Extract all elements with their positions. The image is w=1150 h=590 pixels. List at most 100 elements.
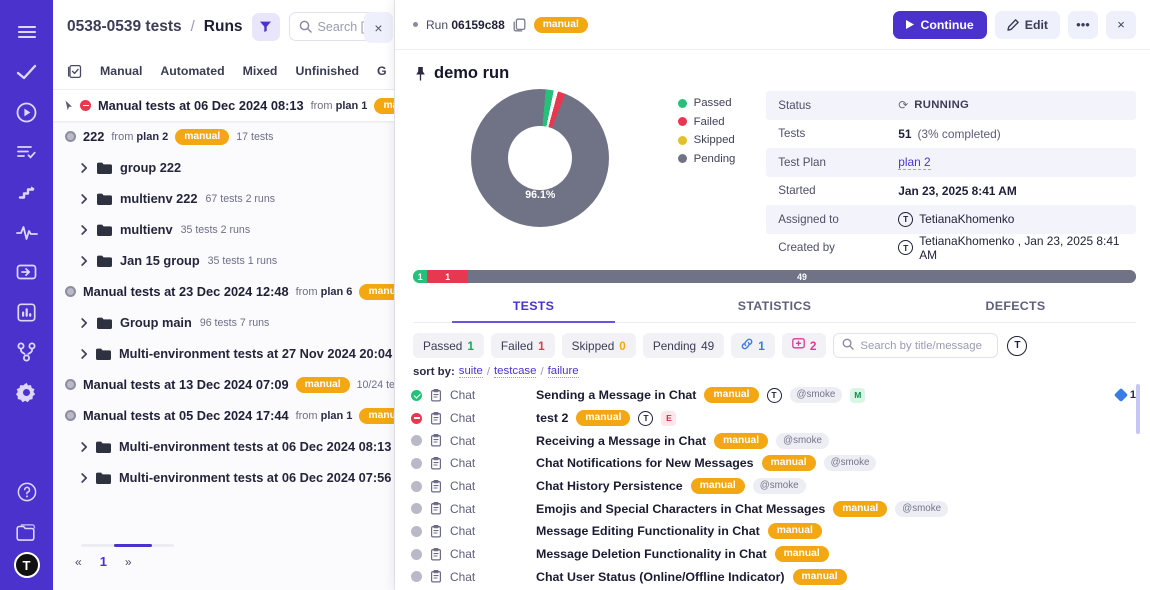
test-plan-link[interactable]: plan 2 — [898, 155, 930, 170]
chevron-right-icon[interactable] — [81, 225, 89, 235]
filter-chip-skipped[interactable]: Skipped0 — [562, 333, 636, 358]
filter-chip-passed[interactable]: Passed1 — [413, 333, 484, 358]
tab-statistics[interactable]: STATISTICS — [654, 293, 895, 322]
folder-list-item[interactable]: Multi-environment tests at 27 Nov 2024 2… — [53, 338, 394, 369]
chevron-right-icon[interactable] — [81, 473, 88, 483]
filter-chip-label: Pending — [653, 339, 696, 353]
folder-list-item[interactable]: Multi-environment tests at 06 Dec 2024 0… — [53, 431, 394, 462]
breadcrumb-project[interactable]: 0538-0539 tests — [67, 18, 182, 36]
tab-manual[interactable]: Manual — [100, 64, 142, 78]
close-button[interactable]: × — [1106, 11, 1136, 39]
breadcrumb-separator: / — [191, 18, 195, 35]
sort-option-testcase[interactable]: testcase — [494, 365, 536, 378]
pagination-next[interactable]: » — [125, 555, 132, 569]
run-title: demo run — [434, 64, 509, 83]
test-row[interactable]: ChatMessage Deletion Functionality in Ch… — [395, 543, 1150, 566]
horizontal-scrollbar[interactable] — [81, 544, 174, 547]
tab-defects[interactable]: DEFECTS — [895, 293, 1136, 322]
help-icon[interactable] — [7, 472, 47, 512]
test-status-fail-icon — [411, 413, 422, 424]
test-row[interactable]: ChatEmojis and Special Characters in Cha… — [395, 497, 1150, 520]
test-tag[interactable]: @smoke — [776, 433, 829, 449]
more-options-button[interactable]: ••• — [1068, 11, 1098, 39]
run-detail-panel: Run 06159c88 manual Continue Edit ••• × — [395, 0, 1150, 590]
avatar[interactable]: T — [638, 411, 653, 426]
filter-chip-link[interactable]: 1 — [731, 333, 775, 358]
folder-list-item[interactable]: multienv 22267 tests 2 runs — [53, 183, 394, 214]
chevron-right-icon[interactable] — [81, 318, 89, 328]
gear-icon[interactable] — [7, 372, 47, 412]
check-icon[interactable] — [7, 52, 47, 92]
folder-list-item[interactable]: multienv35 tests 2 runs — [53, 214, 394, 245]
search-clear-icon[interactable]: × — [364, 12, 393, 43]
chevron-right-icon[interactable] — [81, 163, 89, 173]
activity-icon[interactable] — [7, 212, 47, 252]
test-tag[interactable]: @smoke — [790, 387, 843, 403]
run-list-item[interactable]: 222from plan 2manual17 tests — [53, 121, 394, 152]
legend-item-passed[interactable]: Passed — [678, 97, 767, 109]
steps-icon[interactable] — [7, 172, 47, 212]
filter-chip-pending[interactable]: Pending49 — [643, 333, 724, 358]
legend-item-pending[interactable]: Pending — [678, 153, 767, 165]
run-list-item[interactable]: Manual tests at 23 Dec 2024 12:48from pl… — [53, 276, 394, 307]
test-row[interactable]: ChatMessage Editing Functionality in Cha… — [395, 520, 1150, 543]
test-tag[interactable]: @smoke — [753, 478, 806, 494]
menu-icon[interactable] — [7, 12, 47, 52]
test-tag[interactable]: @smoke — [895, 501, 948, 517]
pin-icon[interactable] — [415, 66, 426, 81]
runs-list[interactable]: Manual tests at 06 Dec 2024 08:13from pl… — [53, 90, 394, 530]
edit-label: Edit — [1025, 18, 1048, 32]
pagination-prev[interactable]: « — [75, 555, 82, 569]
chevron-right-icon[interactable] — [81, 194, 89, 204]
legend-label: Failed — [694, 116, 725, 128]
assignee-filter-avatar[interactable]: T — [1007, 336, 1027, 356]
filter-chip-failed[interactable]: Failed1 — [491, 333, 555, 358]
filter-icon[interactable] — [252, 13, 280, 41]
folder-icon[interactable] — [7, 512, 47, 552]
tab-mixed[interactable]: Mixed — [243, 64, 278, 78]
folder-list-item[interactable]: Group main96 tests 7 runs — [53, 307, 394, 338]
folder-list-item[interactable]: group 222 — [53, 152, 394, 183]
avatar[interactable]: T — [14, 552, 40, 578]
test-row[interactable]: ChatReceiving a Message in Chatmanual@sm… — [395, 429, 1150, 452]
test-row[interactable]: ChatChat User Status (Online/Offline Ind… — [395, 566, 1150, 589]
sort-option-failure[interactable]: failure — [548, 365, 579, 378]
edit-button[interactable]: Edit — [995, 11, 1060, 39]
folder-list-item[interactable]: Jan 15 group35 tests 1 runs — [53, 245, 394, 276]
tab-g[interactable]: G — [377, 64, 387, 78]
test-row[interactable]: ChatSending a Message in ChatmanualT@smo… — [395, 384, 1150, 407]
test-row[interactable]: ChatChat Notifications for New Messagesm… — [395, 452, 1150, 475]
chevron-right-icon[interactable] — [81, 349, 88, 359]
test-list-scrollbar[interactable] — [1136, 384, 1140, 434]
continue-button[interactable]: Continue — [893, 11, 986, 39]
play-circle-icon[interactable] — [7, 92, 47, 132]
run-list-item[interactable]: Manual tests at 06 Dec 2024 08:13from pl… — [53, 90, 394, 121]
legend-item-failed[interactable]: Failed — [678, 116, 767, 128]
test-name: Emojis and Special Characters in Chat Me… — [536, 502, 825, 516]
legend-item-skipped[interactable]: Skipped — [678, 134, 767, 146]
test-row[interactable]: Chattest 2manualTE — [395, 407, 1150, 430]
test-search-input[interactable]: Search by title/message — [833, 333, 998, 358]
sort-option-suite[interactable]: suite — [459, 365, 483, 378]
search-input[interactable]: Search [Cmd × — [289, 12, 384, 41]
folder-list-item[interactable]: Multi-environment tests at 06 Dec 2024 0… — [53, 462, 394, 493]
chart-icon[interactable] — [7, 292, 47, 332]
avatar[interactable]: T — [767, 388, 782, 403]
tab-tests[interactable]: TESTS — [413, 293, 654, 322]
test-tag[interactable]: @smoke — [824, 455, 877, 471]
run-list-item[interactable]: Manual tests at 05 Dec 2024 17:44from pl… — [53, 400, 394, 431]
branch-icon[interactable] — [7, 332, 47, 372]
import-icon[interactable] — [7, 252, 47, 292]
checklist-icon[interactable] — [67, 64, 82, 79]
run-list-item[interactable]: Manual tests at 13 Dec 2024 07:09manual1… — [53, 369, 394, 400]
jira-link[interactable]: 1 — [1116, 389, 1136, 401]
copy-icon[interactable] — [513, 18, 526, 32]
tab-automated[interactable]: Automated — [160, 64, 224, 78]
tab-unfinished[interactable]: Unfinished — [295, 64, 359, 78]
list-check-icon[interactable] — [7, 132, 47, 172]
chevron-right-icon[interactable] — [81, 256, 89, 266]
pagination-page-1[interactable]: 1 — [100, 554, 107, 569]
test-row[interactable]: ChatChat History Persistencemanual@smoke — [395, 475, 1150, 498]
filter-chip-comment[interactable]: 2 — [782, 333, 827, 358]
chevron-right-icon[interactable] — [81, 442, 88, 452]
